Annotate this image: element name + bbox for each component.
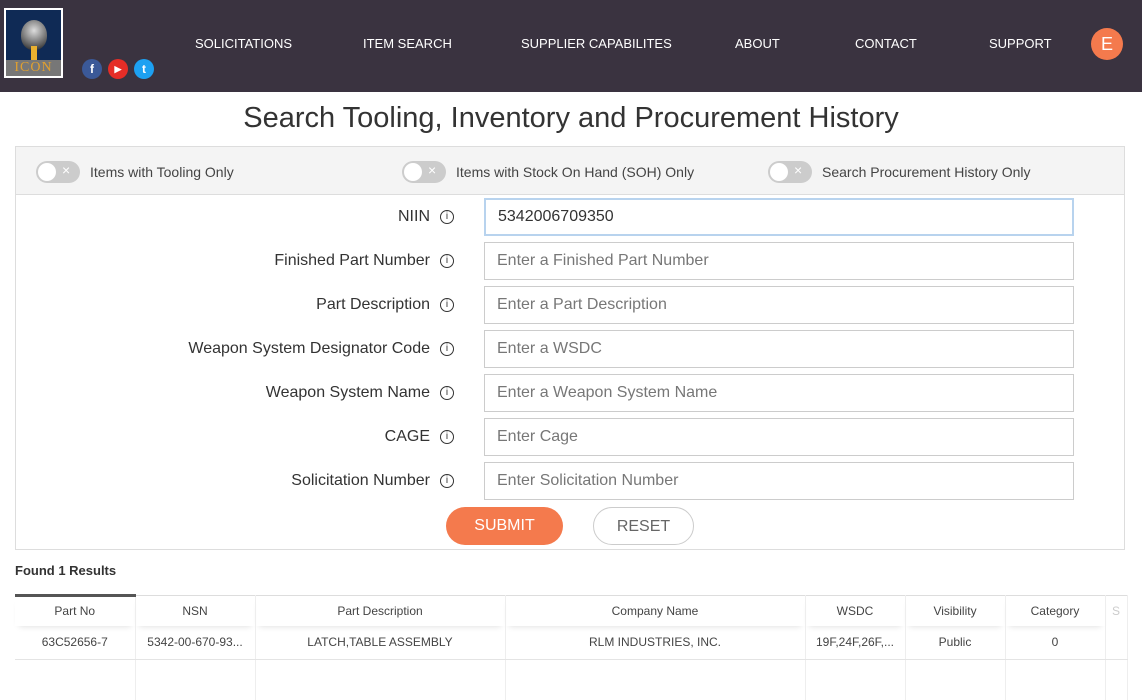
cage-input[interactable]	[484, 418, 1074, 456]
field-row-wsdc: Weapon System Designator Code i	[16, 330, 1124, 368]
field-label: CAGE	[384, 428, 430, 445]
submit-button[interactable]: SUBMIT	[446, 507, 563, 545]
table-row[interactable]: 63C52656-7 5342-00-670-93... LATCH,TABLE…	[15, 625, 1128, 660]
nav-solicitations[interactable]: SOLICITATIONS	[195, 36, 292, 51]
toggle-soh-only[interactable]: Items with Stock On Hand (SOH) Only	[402, 161, 694, 183]
col-visibility[interactable]: Visibility	[905, 595, 1006, 626]
toggle-label: Search Procurement History Only	[822, 164, 1031, 180]
field-label: NIIN	[398, 208, 430, 225]
facebook-icon[interactable]: f	[82, 59, 102, 79]
toggle-procurement-history-only[interactable]: Search Procurement History Only	[768, 161, 1031, 183]
cell-wsdc: 19F,24F,26F,...	[805, 625, 906, 660]
info-icon[interactable]: i	[440, 254, 454, 268]
top-header: ICON f ▶ t SOLICITATIONS ITEM SEARCH SUP…	[0, 0, 1142, 92]
field-label: Solicitation Number	[291, 472, 430, 489]
toggle-tooling-only[interactable]: Items with Tooling Only	[36, 161, 234, 183]
info-icon[interactable]: i	[440, 210, 454, 224]
cell-nsn: 5342-00-670-93...	[135, 625, 256, 660]
nav-supplier-capabilities[interactable]: SUPPLIER CAPABILITES	[521, 36, 672, 51]
field-row-cage: CAGE i	[16, 418, 1124, 456]
nav-about[interactable]: ABOUT	[735, 36, 780, 51]
toggle-label: Items with Stock On Hand (SOH) Only	[456, 164, 695, 180]
field-label: Weapon System Designator Code	[188, 340, 430, 357]
toggle-switch[interactable]	[768, 161, 812, 183]
toggle-switch[interactable]	[402, 161, 446, 183]
user-avatar[interactable]: E	[1091, 28, 1123, 60]
results-count: Found 1 Results	[15, 563, 117, 578]
field-label: Part Description	[316, 296, 430, 313]
col-nsn[interactable]: NSN	[135, 595, 256, 626]
field-row-solicitation-number: Solicitation Number i	[16, 462, 1124, 500]
empty-row	[15, 659, 1128, 700]
col-part-no[interactable]: Part No	[15, 594, 136, 626]
search-panel: Items with Tooling Only Items with Stock…	[15, 146, 1125, 550]
nav-support[interactable]: SUPPORT	[989, 36, 1052, 51]
twitter-icon[interactable]: t	[134, 59, 154, 79]
toggle-switch[interactable]	[36, 161, 80, 183]
col-wsdc[interactable]: WSDC	[805, 595, 906, 626]
weapon-system-name-input[interactable]	[484, 374, 1074, 412]
table-header-row: Part No NSN Part Description Company Nam…	[15, 594, 1128, 626]
col-part-description[interactable]: Part Description	[255, 595, 506, 626]
info-icon[interactable]: i	[440, 474, 454, 488]
field-row-part-description: Part Description i	[16, 286, 1124, 324]
info-icon[interactable]: i	[440, 298, 454, 312]
field-label: Weapon System Name	[265, 384, 430, 401]
nav-item-search[interactable]: ITEM SEARCH	[363, 36, 452, 51]
part-number-input[interactable]	[484, 242, 1074, 280]
cell-category: 0	[1005, 625, 1106, 660]
part-description-input[interactable]	[484, 286, 1074, 324]
field-row-niin: NIIN i	[16, 198, 1124, 236]
col-more[interactable]: S	[1105, 595, 1128, 626]
wsdc-input[interactable]	[484, 330, 1074, 368]
nav-contact[interactable]: CONTACT	[855, 36, 917, 51]
icon-logo[interactable]: ICON	[4, 8, 63, 78]
cell-more	[1105, 625, 1128, 660]
solicitation-number-input[interactable]	[484, 462, 1074, 500]
info-icon[interactable]: i	[440, 430, 454, 444]
cell-part-description: LATCH,TABLE ASSEMBLY	[255, 625, 506, 660]
info-icon[interactable]: i	[440, 342, 454, 356]
cell-company-name: RLM INDUSTRIES, INC.	[505, 625, 806, 660]
cell-visibility: Public	[905, 625, 1006, 660]
toggle-label: Items with Tooling Only	[90, 164, 234, 180]
field-row-part-number: Finished Part Number i	[16, 242, 1124, 280]
page-title: Search Tooling, Inventory and Procuremen…	[243, 102, 899, 134]
filter-toggles: Items with Tooling Only Items with Stock…	[16, 147, 1124, 195]
cell-part-no: 63C52656-7	[15, 625, 136, 660]
info-icon[interactable]: i	[440, 386, 454, 400]
niin-input[interactable]	[484, 198, 1074, 236]
field-label: Finished Part Number	[274, 252, 430, 269]
youtube-icon[interactable]: ▶	[108, 59, 128, 79]
results-table: Part No NSN Part Description Company Nam…	[15, 594, 1128, 700]
col-category[interactable]: Category	[1005, 595, 1106, 626]
reset-button[interactable]: RESET	[593, 507, 694, 545]
col-company-name[interactable]: Company Name	[505, 595, 806, 626]
field-row-weapon-system-name: Weapon System Name i	[16, 374, 1124, 412]
